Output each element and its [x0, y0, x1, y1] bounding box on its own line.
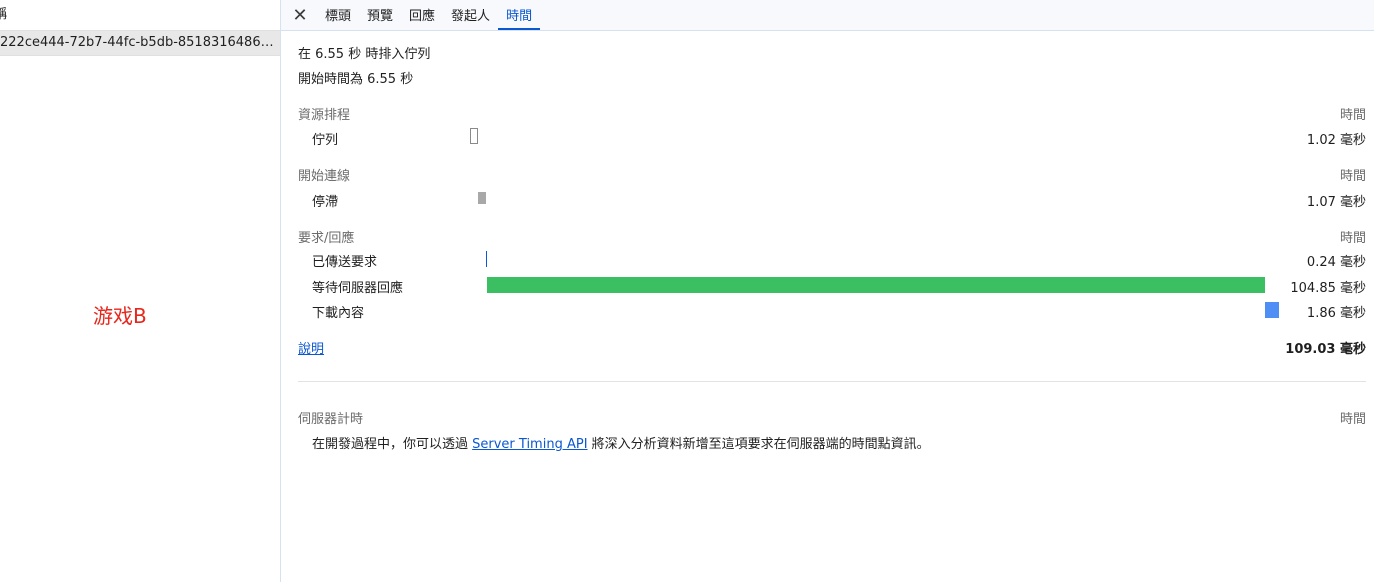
- row-label-stalled: 停滯: [312, 195, 339, 210]
- started-at-text: 開始時間為 6.55 秒: [298, 72, 414, 87]
- server-timing-description: 在開發過程中，你可以透過 Server Timing API 將深入分析資料新增…: [312, 433, 930, 452]
- devtools-network-panel: 稱 222ce444-72b7-44fc-b5db-8518316486d...…: [0, 0, 1374, 582]
- divider: [298, 381, 1366, 382]
- bar-request-sent: [486, 251, 487, 267]
- row-value-content-download: 1.86 毫秒: [1306, 306, 1366, 321]
- queued-at-text: 在 6.55 秒 時排入佇列: [298, 47, 431, 62]
- request-detail-pane: ✕ 標頭 預覽 回應 發起人 時間 在 6.55 秒 時排入佇列 開始時間為 6…: [281, 0, 1374, 582]
- tab-timing[interactable]: 時間: [498, 0, 541, 30]
- explanation-link[interactable]: 說明: [298, 338, 324, 357]
- bar-content-download: [1265, 302, 1279, 318]
- total-time-value: 109.03 毫秒: [1285, 342, 1366, 357]
- bar-queueing: [470, 128, 478, 144]
- row-value-queueing: 1.02 毫秒: [1306, 133, 1366, 148]
- section-time-header: 時間: [1339, 169, 1366, 184]
- row-value-waiting: 104.85 毫秒: [1290, 281, 1366, 296]
- server-timing-api-link[interactable]: Server Timing API: [472, 437, 587, 452]
- bar-waiting-server-response: [487, 277, 1265, 293]
- tab-preview[interactable]: 預覽: [359, 0, 401, 30]
- server-timing-text-before: 在開發過程中，你可以透過: [312, 437, 473, 452]
- section-title-connection-start: 開始連線: [298, 169, 351, 184]
- section-title-server-timing: 伺服器計時: [298, 412, 364, 427]
- row-label-waiting: 等待伺服器回應: [312, 281, 404, 296]
- row-label-queueing: 佇列: [312, 133, 339, 148]
- section-title-request-response: 要求/回應: [298, 231, 355, 246]
- close-icon[interactable]: ✕: [291, 0, 309, 30]
- row-label-request-sent: 已傳送要求: [312, 255, 378, 270]
- row-value-stalled: 1.07 毫秒: [1306, 195, 1366, 210]
- section-time-header: 時間: [1339, 412, 1366, 427]
- request-list-header[interactable]: 稱: [0, 0, 280, 31]
- tab-initiator[interactable]: 發起人: [443, 0, 498, 30]
- detail-tabbar: ✕ 標頭 預覽 回應 發起人 時間: [281, 0, 1374, 31]
- request-list: 稱 222ce444-72b7-44fc-b5db-8518316486d...…: [0, 0, 281, 582]
- row-value-request-sent: 0.24 毫秒: [1306, 255, 1366, 270]
- tab-headers[interactable]: 標頭: [317, 0, 359, 30]
- tab-response[interactable]: 回應: [401, 0, 443, 30]
- server-timing-text-after: 將深入分析資料新增至這項要求在伺服器端的時間點資訊。: [587, 437, 930, 452]
- request-row-selected[interactable]: 222ce444-72b7-44fc-b5db-8518316486d...: [0, 31, 280, 56]
- section-title-resource-scheduling: 資源排程: [298, 108, 351, 123]
- section-time-header: 時間: [1339, 231, 1366, 246]
- section-time-header: 時間: [1339, 108, 1366, 123]
- row-label-content-download: 下載內容: [312, 306, 365, 321]
- bar-stalled: [478, 192, 486, 204]
- overlay-label: 游戏B: [93, 304, 147, 328]
